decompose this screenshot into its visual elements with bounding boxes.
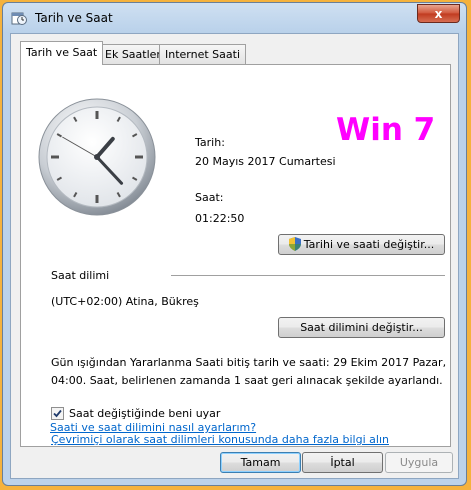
dialog-body: Tarih ve Saat Ek Saatler Internet Saati xyxy=(10,33,459,479)
cancel-button[interactable]: İptal xyxy=(302,452,383,473)
title-bar[interactable]: Tarih ve Saat x xyxy=(3,3,466,33)
analog-clock xyxy=(38,98,156,216)
notify-label[interactable]: Saat değiştiğinde beni uyar xyxy=(69,407,220,420)
time-label: Saat: xyxy=(195,191,224,204)
close-icon: x xyxy=(434,7,443,21)
change-timezone-button[interactable]: Saat dilimini değiştir... xyxy=(278,317,445,338)
uac-shield-icon xyxy=(288,237,301,251)
change-date-time-label: Tarihi ve saati değiştir... xyxy=(303,238,435,251)
timezone-section-label: Saat dilimi xyxy=(51,269,110,282)
checkmark-icon xyxy=(53,409,62,418)
section-divider xyxy=(171,275,445,276)
apply-button[interactable]: Uygula xyxy=(385,452,453,473)
change-date-time-button[interactable]: Tarihi ve saati değiştir... xyxy=(278,234,445,255)
timezone-value: (UTC+02:00) Atina, Bükreş xyxy=(51,295,199,308)
how-to-set-link[interactable]: Saati ve saat dilimini nasıl ayarlarım? xyxy=(50,421,256,434)
tab-panel: Tarih: 20 Mayıs 2017 Cumartesi Saat: 01:… xyxy=(20,64,451,447)
clock-center xyxy=(94,154,100,160)
date-time-dialog: Tarih ve Saat x Tarih ve Saat Ek Saatler… xyxy=(2,2,467,486)
ok-button[interactable]: Tamam xyxy=(220,452,301,473)
tab-internet-time[interactable]: Internet Saati xyxy=(159,44,247,64)
dst-info-line1: Gün ışığından Yararlanma Saati bitiş tar… xyxy=(51,356,447,369)
tab-date-time[interactable]: Tarih ve Saat xyxy=(20,41,104,65)
date-label: Tarih: xyxy=(195,136,225,149)
notify-checkbox[interactable] xyxy=(51,407,64,420)
close-button[interactable]: x xyxy=(417,4,460,23)
win7-overlay-text: Win 7 xyxy=(336,112,436,148)
date-value: 20 Mayıs 2017 Cumartesi xyxy=(195,155,336,168)
clock-calendar-icon xyxy=(11,12,27,25)
time-value: 01:22:50 xyxy=(195,212,245,225)
dst-info-line2: 04:00. Saat, belirlenen zamanda 1 saat g… xyxy=(51,374,443,387)
timezone-info-link[interactable]: Çevrimiçi olarak saat dilimleri konusund… xyxy=(51,433,389,446)
tab-additional-clocks[interactable]: Ek Saatler xyxy=(99,44,167,64)
window-title: Tarih ve Saat xyxy=(35,11,113,25)
